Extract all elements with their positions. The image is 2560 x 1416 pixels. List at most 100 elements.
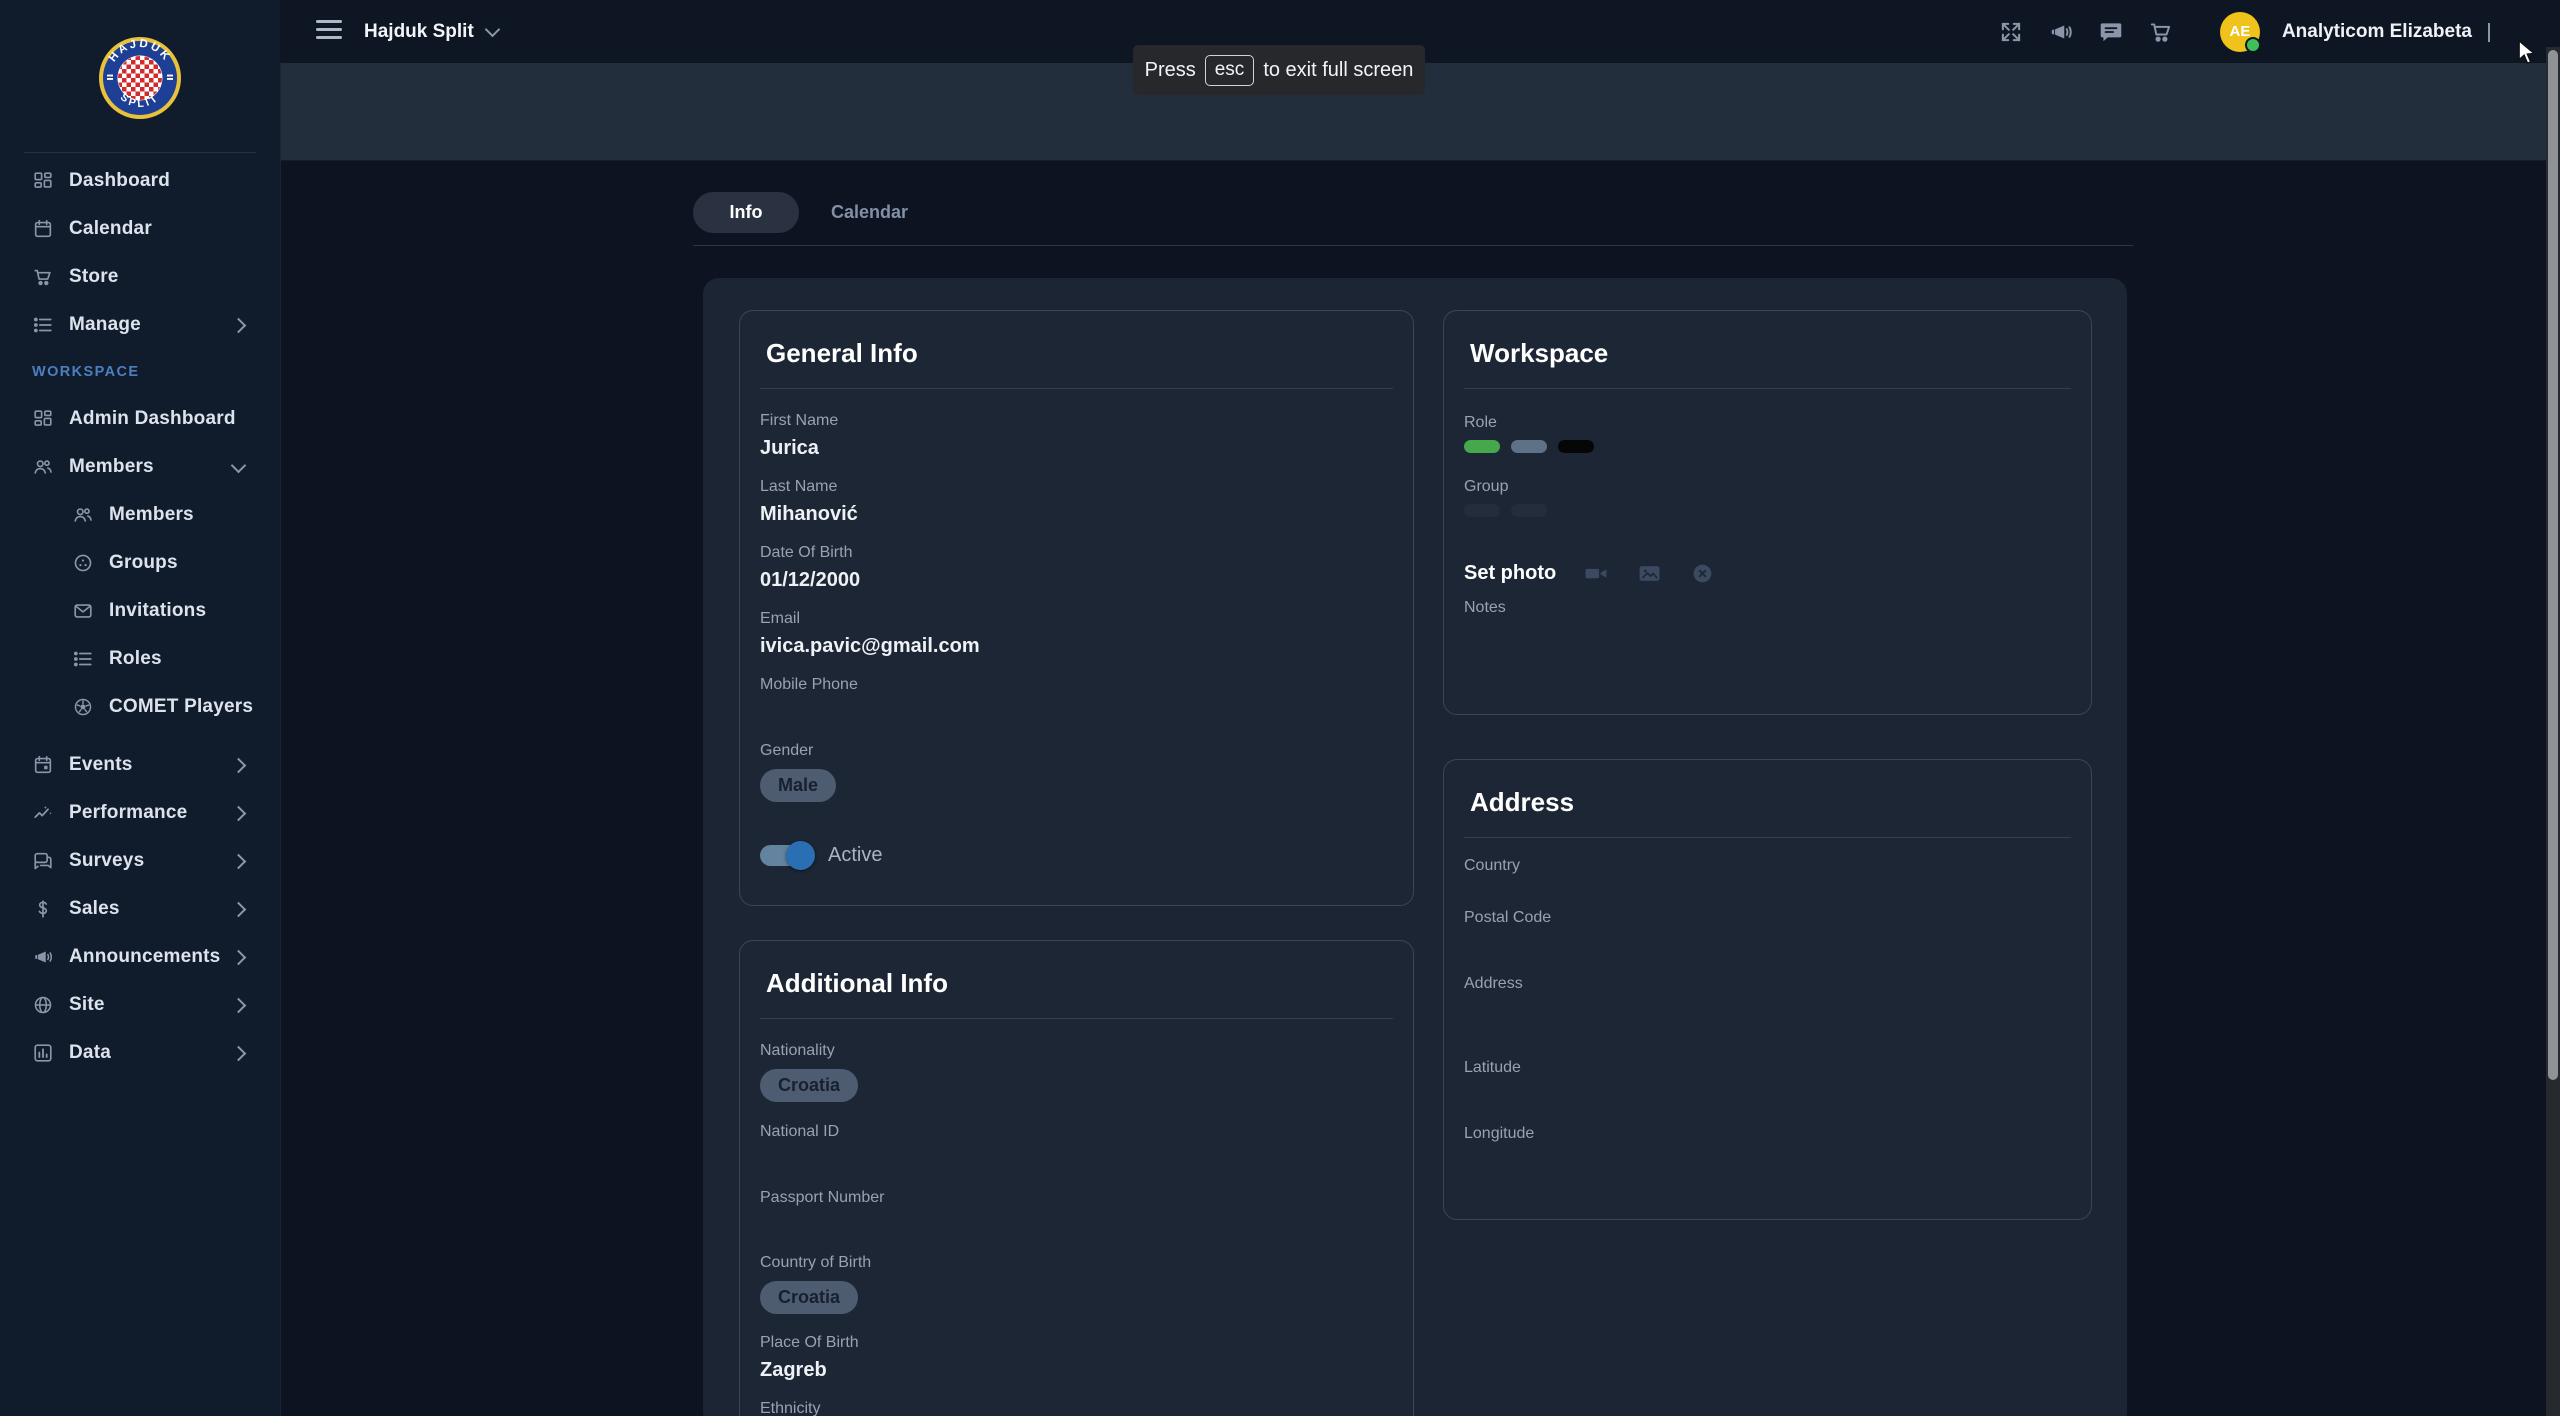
field-label: Gender [760,741,1393,760]
field-label: Postal Code [1464,908,2071,927]
role-chip[interactable] [1558,440,1594,453]
user-menu-chevron[interactable] [2488,23,2490,41]
megaphone-icon[interactable] [2048,19,2074,45]
tab[interactable]: Info [693,192,799,233]
sidebar-item-label: Members [109,504,194,526]
hamburger-menu-icon[interactable] [316,20,342,42]
sidebar-item-label: Announcements [69,946,220,968]
address-card: Address Country Postal Code Address Lati… [1443,759,2092,1220]
sidebar-item[interactable]: Calendar [0,205,280,253]
sidebar-item[interactable]: Announcements [0,933,280,981]
sidebar-item[interactable]: COMET Players [0,683,280,731]
list-icon [32,314,54,336]
sidebar-item-label: Groups [109,552,178,574]
soccer-icon [72,696,94,718]
field-label: Latitude [1464,1058,2071,1077]
sidebar-item[interactable]: Store [0,253,280,301]
sidebar-item-label: Surveys [69,850,144,872]
field-label: Longitude [1464,1124,2071,1143]
sidebar-item[interactable]: Events [0,741,280,789]
role-chip[interactable] [1464,440,1500,453]
team-selector[interactable]: Hajduk Split [364,0,534,63]
remove-circle-icon[interactable] [1690,561,1715,586]
sidebar-item[interactable]: Members [0,491,280,539]
vertical-scrollbar[interactable] [2546,47,2560,1416]
sidebar-item-label: Performance [69,802,187,824]
sidebar-item-label: Sales [69,898,120,920]
form-field: Gender Male [760,741,1393,833]
active-toggle[interactable] [760,845,813,866]
hajduk-split-logo-icon: HAJDUK SPLIT [98,36,182,120]
chat-icon[interactable] [2098,19,2124,45]
role-chip[interactable] [1511,440,1547,453]
sidebar-item[interactable]: Performance [0,789,280,837]
group-chip[interactable] [1464,504,1500,517]
field-label: Nationality [760,1041,1393,1060]
field-label: Country [1464,856,2071,875]
sidebar-item-label: Dashboard [69,170,170,192]
notes-label: Notes [1464,599,2071,617]
people-icon [72,504,94,526]
chat-icon [32,850,54,872]
sidebar-item[interactable]: Data [0,1029,280,1077]
tabs-divider [693,245,2133,246]
form-field: Postal Code [1464,908,2071,974]
sidebar-item-label: Events [69,754,133,776]
cart-icon[interactable] [2148,19,2174,45]
field-value: Mihanović [760,501,1393,527]
people-icon [32,456,54,478]
field-chip: Croatia [760,1069,858,1102]
list-icon [72,648,94,670]
calendar-icon [32,218,54,240]
image-icon[interactable] [1637,561,1662,586]
field-label: National ID [760,1122,1393,1141]
club-logo[interactable]: HAJDUK SPLIT [0,0,280,138]
chevron-icon [231,805,247,821]
sidebar-item[interactable]: Groups [0,539,280,587]
form-field: Last Name Mihanović [760,477,1393,543]
toast-text-prefix: Press [1145,59,1196,82]
sidebar-item[interactable]: Admin Dashboard [0,395,280,443]
card-title: General Info [766,338,1393,369]
group-chip[interactable] [1511,504,1547,517]
chevron-icon [231,853,247,869]
group-label: Group [1464,477,2071,496]
field-label: Email [760,609,1393,628]
dollar-icon [32,898,54,920]
card-divider [1464,837,2071,838]
sidebar-item[interactable]: Manage [0,301,280,349]
sidebar-item[interactable]: Invitations [0,587,280,635]
sidebar-item[interactable]: Surveys [0,837,280,885]
tab[interactable]: Calendar [811,192,928,233]
sidebar-item[interactable]: Roles [0,635,280,683]
general-info-card: General Info First Name Jurica Last Name… [739,310,1414,906]
form-field: Country [1464,856,2071,908]
esc-key-badge: esc [1205,55,1255,86]
trend-icon [32,802,54,824]
sidebar-item[interactable]: Members [0,443,280,491]
user-avatar[interactable]: AE [2220,12,2260,52]
sidebar-item-label: Calendar [69,218,152,240]
form-field: First Name Jurica [760,411,1393,477]
sidebar-item[interactable]: Sales [0,885,280,933]
field-value: 01/12/2000 [760,567,1393,593]
sidebar-item-label: Manage [69,314,141,336]
card-title: Additional Info [766,968,1393,999]
fullscreen-icon[interactable] [1998,19,2024,45]
user-menu-name[interactable]: Analyticom Elizabeta [2282,21,2472,43]
sidebar-item-label: Members [69,456,154,478]
field-label: Passport Number [760,1188,1393,1207]
field-label: Place Of Birth [760,1333,1393,1352]
sidebar-item-label: Admin Dashboard [69,408,236,430]
sidebar-item[interactable]: Site [0,981,280,1029]
dashboard-icon [32,170,54,192]
sidebar-item[interactable]: Dashboard [0,157,280,205]
envelope-icon [72,600,94,622]
bar-chart-icon [32,1042,54,1064]
form-field: Mobile Phone [760,675,1393,741]
sidebar-nav-main: Dashboard Calendar Store Manage [0,157,280,349]
video-camera-icon[interactable] [1584,561,1609,586]
scrollbar-thumb[interactable] [2548,50,2558,1080]
dashboard-icon [32,408,54,430]
form-field: Longitude [1464,1124,2071,1164]
